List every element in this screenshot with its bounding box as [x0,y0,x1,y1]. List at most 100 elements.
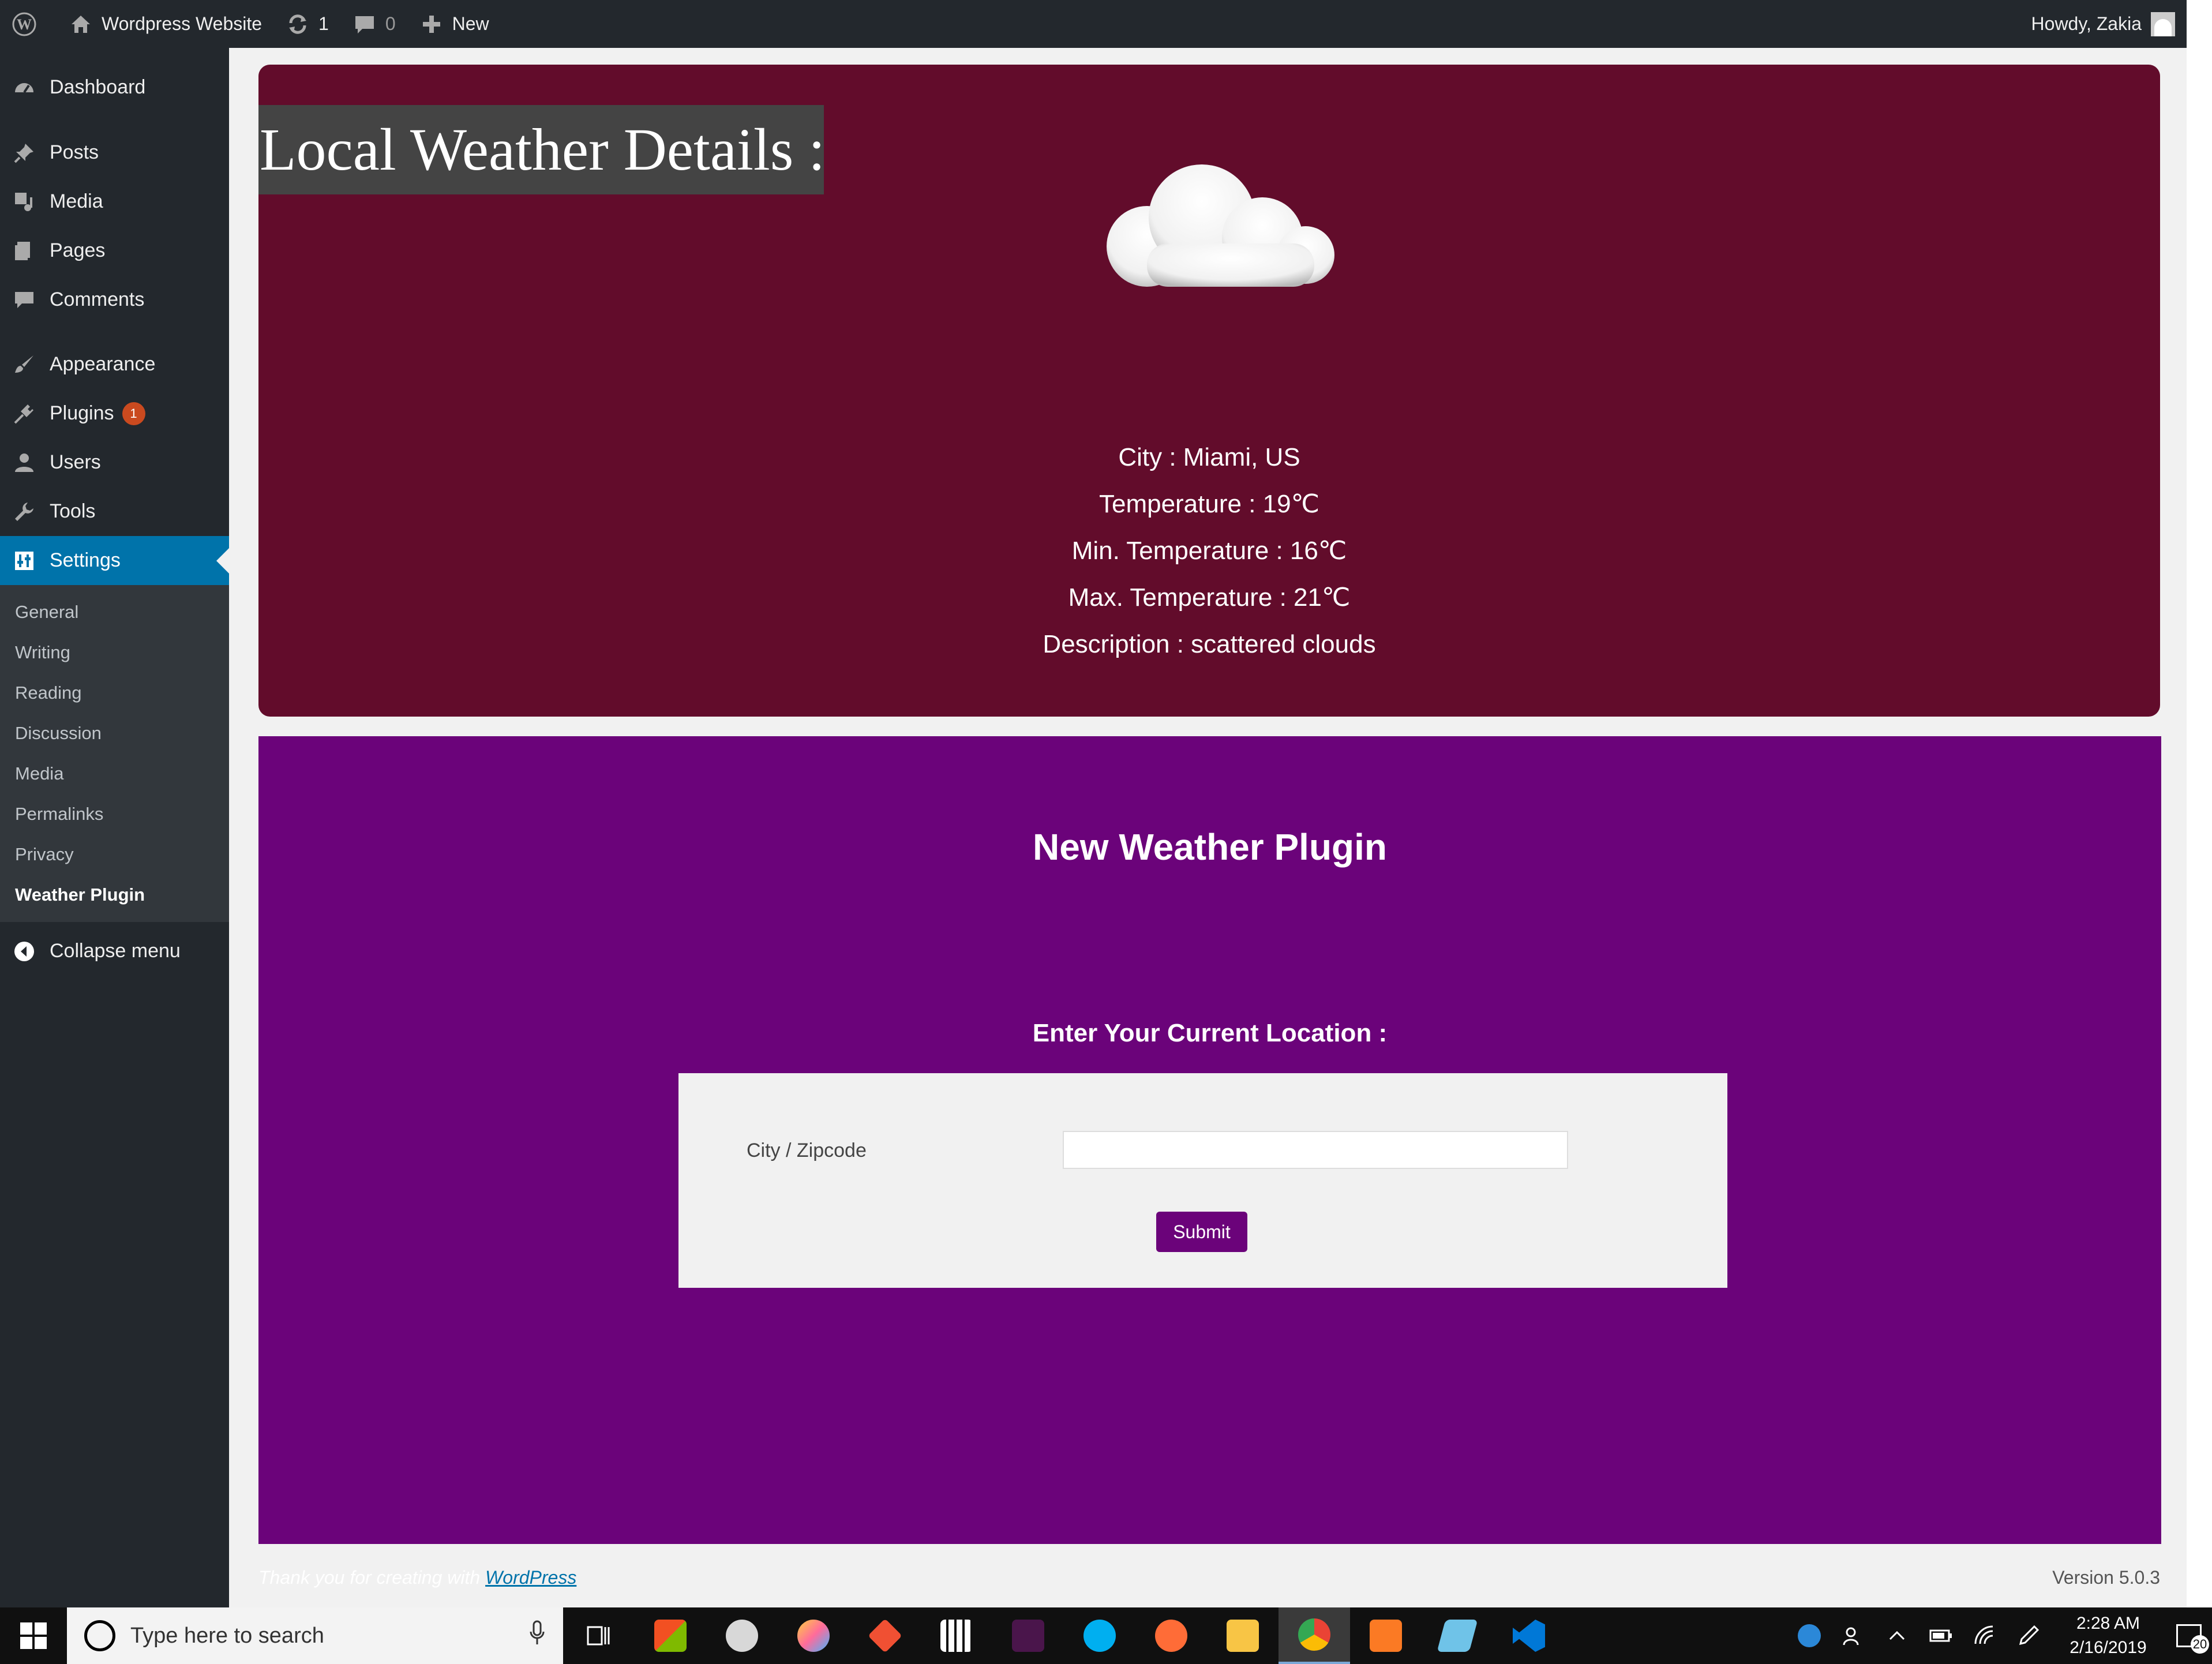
city-zipcode-input[interactable] [1063,1131,1568,1169]
pen-icon[interactable] [2007,1607,2050,1664]
weather-details-panel: Local Weather Details : City : Miami, US… [258,65,2160,717]
postman-icon[interactable] [1135,1607,1207,1664]
sidebar-item-posts[interactable]: Posts [0,128,229,177]
submenu-item-permalinks[interactable]: Permalinks [0,794,229,834]
sidebar-item-label: Plugins [50,402,114,424]
wordpress-logo-icon: W [12,12,37,37]
sidebar-item-label: Settings [50,549,121,571]
site-name-label: Wordpress Website [102,13,263,34]
version-label: Version 5.0.3 [2052,1567,2160,1588]
xampp-icon[interactable] [1350,1607,1422,1664]
cortana-icon [84,1620,115,1651]
calculator-icon[interactable] [921,1607,992,1664]
chrome-icon[interactable] [1279,1607,1350,1664]
wordpress-link[interactable]: WordPress [485,1567,576,1588]
sidebar-item-pages[interactable]: Pages [0,226,229,275]
sidebar-item-label: Pages [50,239,106,261]
new-label: New [452,13,489,34]
help-icon[interactable] [1787,1607,1831,1664]
wrench-icon [12,499,37,524]
taskbar-search-box[interactable]: Type here to search [67,1607,563,1664]
collapse-menu-label: Collapse menu [50,940,181,962]
city-zipcode-label: City / Zipcode [747,1140,867,1161]
submenu-item-writing[interactable]: Writing [0,632,229,673]
task-view-icon[interactable] [563,1607,635,1664]
skype-icon[interactable] [1064,1607,1135,1664]
plugin-title: New Weather Plugin [1032,826,1388,868]
collapse-arrow-icon [12,939,37,964]
comment-icon [12,287,37,313]
microphone-icon[interactable] [528,1620,546,1651]
search-placeholder: Type here to search [130,1623,324,1648]
notepad-icon[interactable] [1422,1607,1493,1664]
my-account-link[interactable]: Howdy, Zakia [2031,0,2187,48]
submenu-item-media[interactable]: Media [0,754,229,794]
submenu-item-weather-plugin[interactable]: Weather Plugin [0,875,229,915]
refresh-icon [285,12,310,37]
comments-count: 0 [385,13,396,34]
comment-icon [352,12,377,37]
sidebar-item-users[interactable]: Users [0,438,229,487]
system-tray: 2:28 AM 2/16/2019 20 [1787,1607,2212,1664]
location-form: City / Zipcode Submit [678,1073,1727,1288]
comments-link[interactable]: 0 [340,0,407,48]
cloud-icon [1083,151,1349,295]
updates-count: 1 [318,13,329,34]
sidebar-item-label: Media [50,190,103,212]
vscode-icon[interactable] [1493,1607,1565,1664]
notification-count: 20 [2191,1635,2209,1654]
paint3d-icon[interactable] [778,1607,849,1664]
weather-details-title: Local Weather Details : [258,105,825,194]
submit-button[interactable]: Submit [1156,1212,1247,1252]
site-name-link[interactable]: Wordpress Website [57,0,273,48]
admin-bar: W Wordpress Website 1 0 New Howdy, Zakia [0,0,2187,48]
submenu-item-privacy[interactable]: Privacy [0,834,229,875]
windows-logo-icon [20,1622,47,1649]
weather-description: Description : scattered clouds [1043,630,1376,658]
sidebar-item-appearance[interactable]: Appearance [0,340,229,389]
sidebar-item-plugins[interactable]: Plugins 1 [0,389,229,438]
people-icon[interactable] [1831,1607,1875,1664]
window-edge [2187,0,2212,1607]
git-icon[interactable] [849,1607,921,1664]
settings-icon [12,548,37,574]
admin-footer: Thank you for creating with WordPress Ve… [258,1567,2160,1596]
sidebar-item-media[interactable]: Media [0,177,229,226]
weather-max-temperature: Max. Temperature : 21℃ [1068,583,1351,612]
start-button[interactable] [0,1607,67,1664]
howdy-label: Howdy, Zakia [2031,13,2142,34]
file-explorer-icon[interactable] [1207,1607,1279,1664]
sidebar-item-tools[interactable]: Tools [0,487,229,536]
updates-link[interactable]: 1 [273,0,340,48]
sidebar-item-comments[interactable]: Comments [0,275,229,324]
chevron-up-icon[interactable] [1875,1607,1919,1664]
action-center-button[interactable]: 20 [2166,1607,2212,1664]
avatar [2151,12,2175,36]
store-icon[interactable] [635,1607,706,1664]
plus-icon [419,12,444,37]
new-content-link[interactable]: New [407,0,501,48]
collapse-menu-button[interactable]: Collapse menu [0,927,229,976]
weather-min-temperature: Min. Temperature : 16℃ [1071,537,1347,565]
notification-icon: 20 [2176,1624,2209,1654]
battery-icon[interactable] [1919,1607,1963,1664]
submenu-item-general[interactable]: General [0,592,229,632]
sidebar-item-label: Comments [50,288,145,310]
pin-icon [12,140,37,166]
paint-icon[interactable] [706,1607,778,1664]
brush-icon [12,352,37,377]
footer-thanks: Thank you for creating with WordPress [258,1567,576,1588]
slack-icon[interactable] [992,1607,1064,1664]
media-icon [12,189,37,215]
clock-time: 2:28 AM [2076,1614,2140,1633]
sidebar-item-settings[interactable]: Settings [0,536,229,585]
clock[interactable]: 2:28 AM 2/16/2019 [2050,1611,2166,1660]
sidebar-item-dashboard[interactable]: Dashboard [0,63,229,112]
wifi-icon[interactable] [1963,1607,2007,1664]
wordpress-logo-button[interactable]: W [0,0,57,48]
sidebar-item-label: Users [50,451,101,473]
submenu-item-discussion[interactable]: Discussion [0,713,229,754]
svg-text:W: W [17,16,32,33]
submenu-item-reading[interactable]: Reading [0,673,229,713]
plugins-update-badge: 1 [122,402,145,425]
